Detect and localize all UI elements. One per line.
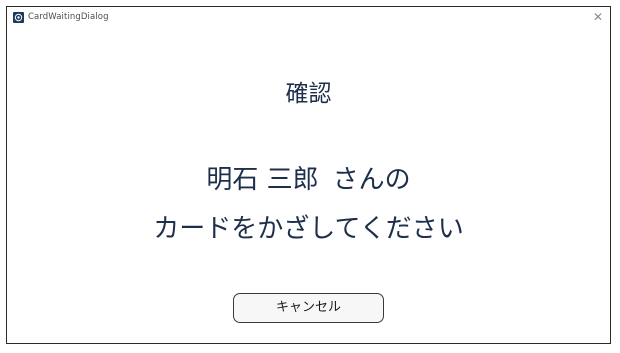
window-title: CardWaitingDialog xyxy=(28,12,109,22)
cancel-button[interactable]: キャンセル xyxy=(233,293,384,323)
dialog-heading: 確認 xyxy=(285,81,332,107)
app-icon xyxy=(13,12,24,23)
card-holder-line: 明石 三郎 さんの xyxy=(7,163,610,197)
instruction-text: カードをかざしてください xyxy=(153,214,464,244)
card-holder-name: 明石 三郎 xyxy=(206,165,319,195)
title-bar: CardWaitingDialog ✕ xyxy=(7,7,610,29)
card-holder-suffix: さんの xyxy=(332,165,411,195)
close-icon[interactable]: ✕ xyxy=(592,10,604,24)
dialog-window: CardWaitingDialog ✕ 確認 明石 三郎 さんの カードをかざして… xyxy=(6,6,611,344)
